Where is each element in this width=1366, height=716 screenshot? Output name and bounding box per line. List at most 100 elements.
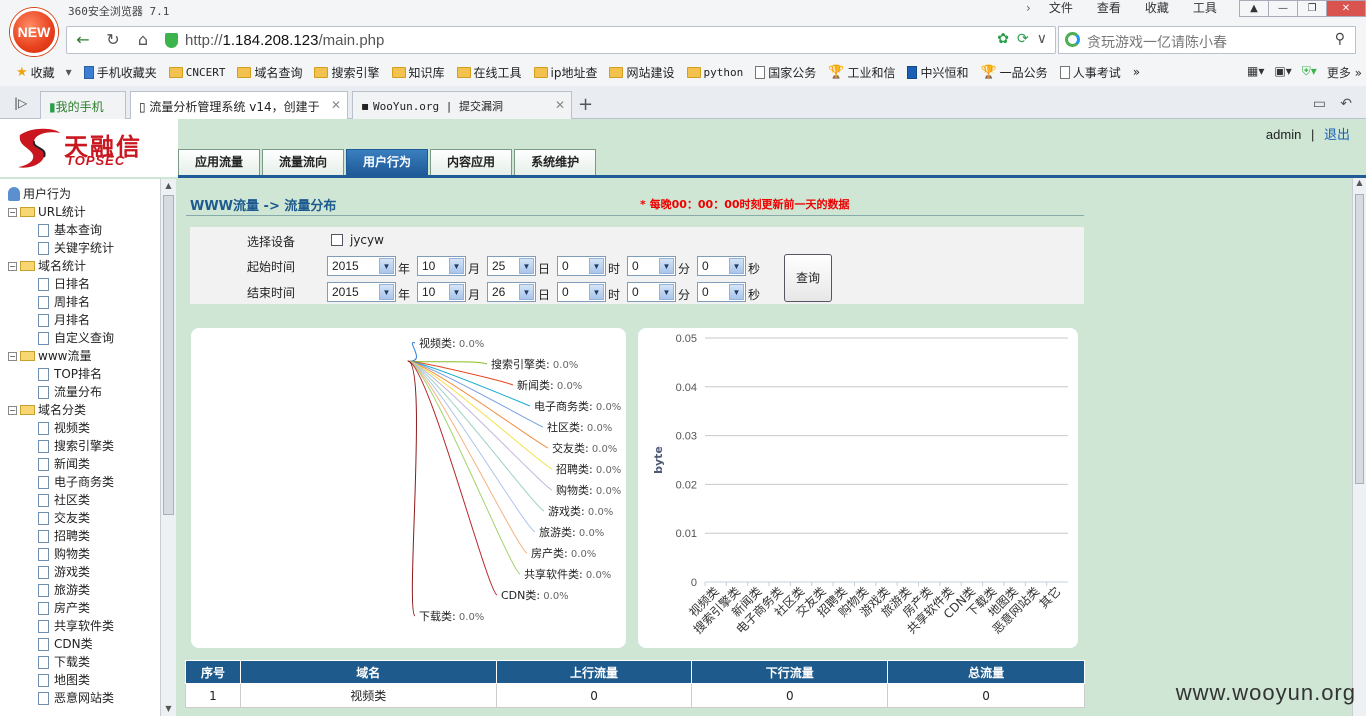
tree-item[interactable]: 社区类 xyxy=(8,491,160,509)
menu-expand-icon[interactable]: › xyxy=(1020,0,1037,16)
bookmark-item[interactable]: python xyxy=(681,66,750,79)
start-hour-select[interactable]: 0 ▼ xyxy=(557,256,606,276)
device-checkbox[interactable] xyxy=(331,234,343,246)
bookmark-item[interactable]: ip地址查 xyxy=(528,64,604,81)
bookmark-item[interactable]: 搜索引擎 xyxy=(308,64,385,81)
scrollbar-thumb[interactable] xyxy=(1355,194,1364,484)
tree-item[interactable]: 流量分布 xyxy=(8,383,160,401)
collapse-icon[interactable]: − xyxy=(8,405,17,415)
tree-item[interactable]: 下载类 xyxy=(8,653,160,671)
search-icon[interactable]: ⚲ xyxy=(1335,31,1345,47)
scroll-up-icon[interactable]: ▲ xyxy=(161,179,176,193)
tree-folder[interactable]: − 域名分类 xyxy=(8,401,160,419)
tree-item[interactable]: 地图类 xyxy=(8,671,160,689)
tab-user-behavior[interactable]: 用户行为 xyxy=(346,149,429,175)
tree-item[interactable]: CDN类 xyxy=(8,635,160,653)
bookmark-item[interactable]: 🏆 工业和信 xyxy=(822,64,901,81)
maximize-button[interactable]: ❐ xyxy=(1297,0,1327,17)
pie-slice[interactable] xyxy=(407,360,409,362)
close-tab-icon[interactable]: ✕ xyxy=(555,98,565,112)
start-month-select[interactable]: 10 ▼ xyxy=(417,256,466,276)
minimize-button[interactable]: — xyxy=(1268,0,1298,17)
tree-item[interactable]: 关键字统计 xyxy=(8,239,160,257)
sidebar-scrollbar[interactable]: ▲ ▼ xyxy=(160,179,176,716)
bookmark-item[interactable]: 人事考试 xyxy=(1054,64,1127,81)
start-day-select[interactable]: 25 ▼ xyxy=(487,256,536,276)
collapse-icon[interactable]: − xyxy=(8,351,17,361)
menu-view[interactable]: 查看 xyxy=(1085,0,1133,16)
tree-folder[interactable]: − www流量 xyxy=(8,347,160,365)
skin-icon[interactable]: ▲ xyxy=(1239,0,1269,17)
tab-content-app[interactable]: 内容应用 xyxy=(430,149,513,175)
page-scrollbar[interactable]: ▲ xyxy=(1352,178,1366,716)
tree-item[interactable]: 日排名 xyxy=(8,275,160,293)
apps-grid-icon[interactable]: ▦▾ xyxy=(1247,64,1264,81)
collapse-icon[interactable]: − xyxy=(8,207,17,217)
bookmark-item[interactable]: 知识库 xyxy=(386,64,451,81)
start-year-select[interactable]: 2015 ▼ xyxy=(327,256,396,276)
bookmark-item[interactable]: CNCERT xyxy=(163,66,232,79)
bookmark-item[interactable]: 在线工具 xyxy=(451,64,528,81)
chevron-down-icon[interactable]: ∨ xyxy=(1037,31,1047,47)
menu-file[interactable]: 文件 xyxy=(1037,0,1085,16)
bookmark-item[interactable]: 手机收藏夹 xyxy=(78,64,163,81)
back-arrow-icon[interactable]: ← xyxy=(71,30,95,50)
close-tab-icon[interactable]: ✕ xyxy=(331,98,341,112)
security-shield-icon[interactable] xyxy=(165,33,178,48)
tree-item[interactable]: 房产类 xyxy=(8,599,160,617)
tree-item[interactable]: 基本查询 xyxy=(8,221,160,239)
logout-link[interactable]: 退出 xyxy=(1324,127,1350,142)
menu-favorites[interactable]: 收藏 xyxy=(1133,0,1181,16)
menu-tools[interactable]: 工具 xyxy=(1181,0,1229,16)
search-engine-icon[interactable] xyxy=(1065,32,1080,47)
bookmark-item[interactable]: 中兴恒和 xyxy=(901,64,974,81)
tree-item[interactable]: 月排名 xyxy=(8,311,160,329)
url-text[interactable]: http://1.184.208.123/main.php xyxy=(185,32,384,49)
tree-item[interactable]: 视频类 xyxy=(8,419,160,437)
tree-folder[interactable]: − 域名统计 xyxy=(8,257,160,275)
address-bar[interactable]: ← ↻ ⌂ http://1.184.208.123/main.php ✿ ⟳ … xyxy=(66,26,1056,54)
scroll-up-icon[interactable]: ▲ xyxy=(1353,178,1366,187)
browser-logo[interactable]: NEW xyxy=(10,8,58,56)
end-year-select[interactable]: 2015 ▼ xyxy=(327,282,396,302)
tree-item[interactable]: 旅游类 xyxy=(8,581,160,599)
end-month-select[interactable]: 10 ▼ xyxy=(417,282,466,302)
end-day-select[interactable]: 26 ▼ xyxy=(487,282,536,302)
speedup-icon[interactable]: ✿ xyxy=(997,31,1009,47)
bookmark-item[interactable]: 域名查询 xyxy=(231,64,308,81)
extension-icon[interactable]: ▣▾ xyxy=(1274,64,1291,81)
tree-root[interactable]: 用户行为 xyxy=(8,185,160,203)
sidebar-toggle-icon[interactable]: |▷ xyxy=(14,96,27,110)
tree-item[interactable]: 游戏类 xyxy=(8,563,160,581)
bookmark-item[interactable]: 🏆 一品公务 xyxy=(974,64,1053,81)
tree-item[interactable]: TOP排名 xyxy=(8,365,160,383)
tree-item[interactable]: 交友类 xyxy=(8,509,160,527)
tab-app-traffic[interactable]: 应用流量 xyxy=(178,149,261,175)
tree-item[interactable]: 搜索引擎类 xyxy=(8,437,160,455)
bookmark-item[interactable]: 国家公务 xyxy=(749,64,822,81)
end-hour-select[interactable]: 0 ▼ xyxy=(557,282,606,302)
end-second-select[interactable]: 0 ▼ xyxy=(697,282,746,302)
start-second-select[interactable]: 0 ▼ xyxy=(697,256,746,276)
tab-traffic-flow[interactable]: 流量流向 xyxy=(262,149,345,175)
search-box[interactable]: 贪玩游戏一亿请陈小春 ⚲ xyxy=(1058,26,1356,54)
end-minute-select[interactable]: 0 ▼ xyxy=(627,282,676,302)
tree-item[interactable]: 购物类 xyxy=(8,545,160,563)
home-icon[interactable]: ⌂ xyxy=(131,30,155,50)
tab-traffic-analysis[interactable]: ▯ 流量分析管理系统 v14，创建于 ✕ xyxy=(130,91,348,120)
tab-my-phone[interactable]: ▮我的手机 xyxy=(40,91,126,119)
search-input[interactable]: 贪玩游戏一亿请陈小春 xyxy=(1087,32,1227,52)
undo-close-icon[interactable]: ↶ xyxy=(1340,96,1352,112)
tree-item[interactable]: 招聘类 xyxy=(8,527,160,545)
tree-item[interactable]: 周排名 xyxy=(8,293,160,311)
bookmark-item[interactable]: 网站建设 xyxy=(603,64,680,81)
new-tab-button[interactable]: + xyxy=(578,94,593,115)
bookmark-favorites[interactable]: ★ 收藏 ▾ xyxy=(10,64,78,81)
query-button[interactable]: 查询 xyxy=(784,254,832,302)
refresh-icon[interactable]: ↻ xyxy=(101,30,125,50)
tree-item[interactable]: 共享软件类 xyxy=(8,617,160,635)
close-window-button[interactable]: ✕ xyxy=(1326,0,1366,17)
tree-folder[interactable]: − URL统计 xyxy=(8,203,160,221)
tab-wooyun[interactable]: ▪ WooYun.org | 提交漏洞 ✕ xyxy=(352,91,572,119)
tab-system-maintenance[interactable]: 系统维护 xyxy=(514,149,597,175)
